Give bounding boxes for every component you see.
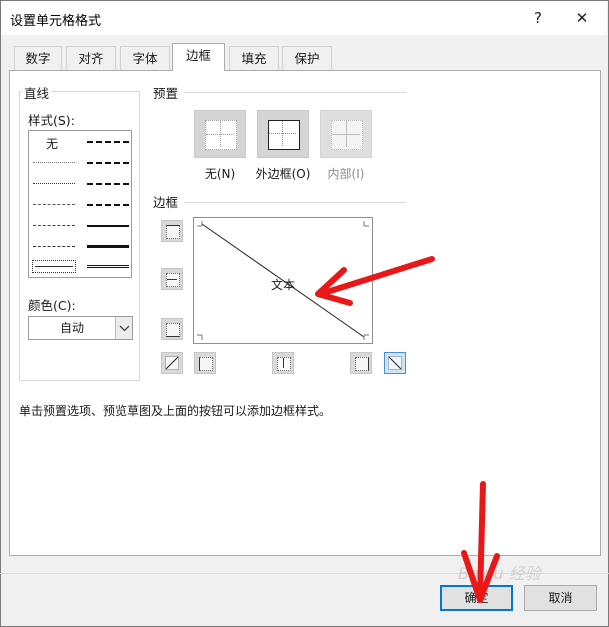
- border-diagonal-down-button[interactable]: [384, 352, 406, 374]
- line-style-medium-dash-dot[interactable]: [87, 183, 129, 185]
- line-style-hair[interactable]: [33, 162, 75, 163]
- style-label: 样式(S):: [28, 113, 75, 128]
- line-style-dash-dot[interactable]: [33, 225, 75, 226]
- close-button[interactable]: ✕: [567, 3, 597, 33]
- border-preview[interactable]: 文本: [193, 217, 373, 344]
- border-diagonal-up-button[interactable]: [161, 352, 183, 374]
- line-group-label: 直线: [22, 83, 52, 102]
- preview-text: 文本: [271, 278, 296, 292]
- chevron-down-icon[interactable]: [115, 317, 132, 339]
- border-group-label: 边框: [151, 192, 181, 211]
- line-style-thick[interactable]: [87, 245, 129, 248]
- line-style-slanted-dash-dot[interactable]: [87, 162, 129, 164]
- watermark: Baidu 经验: [458, 564, 541, 583]
- line-style-list[interactable]: 无: [28, 130, 132, 278]
- preset-inside-label: 内部(I): [327, 167, 365, 181]
- color-select-value: 自动: [59, 321, 84, 335]
- tab-number[interactable]: 数字: [14, 46, 62, 70]
- line-style-dashed[interactable]: [33, 246, 75, 247]
- presets-group-label: 预置: [151, 83, 181, 102]
- border-bottom-button[interactable]: [161, 318, 183, 340]
- tab-alignment[interactable]: 对齐: [66, 46, 116, 70]
- border-top-button[interactable]: [161, 220, 183, 242]
- tab-protection[interactable]: 保护: [282, 46, 332, 70]
- cancel-button[interactable]: 取消: [524, 585, 597, 611]
- border-inside-vertical-button[interactable]: [272, 352, 294, 374]
- tab-fill[interactable]: 填充: [229, 46, 279, 70]
- line-style-medium[interactable]: [87, 225, 129, 227]
- tab-font[interactable]: 字体: [120, 46, 170, 70]
- line-style-thin-selected[interactable]: [32, 260, 76, 273]
- dialog-title: 设置单元格格式: [10, 14, 102, 29]
- line-style-dotted[interactable]: [33, 183, 75, 184]
- presets-divider: [184, 92, 406, 93]
- line-style-none[interactable]: 无: [46, 135, 58, 152]
- preset-outline-button[interactable]: [257, 110, 309, 158]
- line-style-medium-dashed[interactable]: [87, 204, 129, 206]
- border-divider: [184, 202, 406, 203]
- border-right-button[interactable]: [350, 352, 372, 374]
- line-style-medium-dash-dot-dot[interactable]: [87, 141, 129, 143]
- ok-button[interactable]: 确定: [440, 585, 513, 611]
- border-inside-horizontal-button[interactable]: [161, 268, 183, 290]
- line-style-dash-dot-dot[interactable]: [33, 204, 75, 205]
- hint-text: 单击预置选项、预览草图及上面的按钮可以添加边框样式。: [19, 404, 332, 418]
- line-style-double[interactable]: [87, 265, 129, 268]
- help-button[interactable]: ?: [523, 3, 553, 33]
- color-select[interactable]: 自动: [28, 316, 133, 340]
- preset-inside-button[interactable]: [320, 110, 372, 158]
- close-icon: ✕: [575, 9, 589, 27]
- border-left-button[interactable]: [194, 352, 216, 374]
- preset-none-button[interactable]: [194, 110, 246, 158]
- color-label: 颜色(C):: [28, 298, 76, 313]
- tab-border[interactable]: 边框: [172, 43, 225, 71]
